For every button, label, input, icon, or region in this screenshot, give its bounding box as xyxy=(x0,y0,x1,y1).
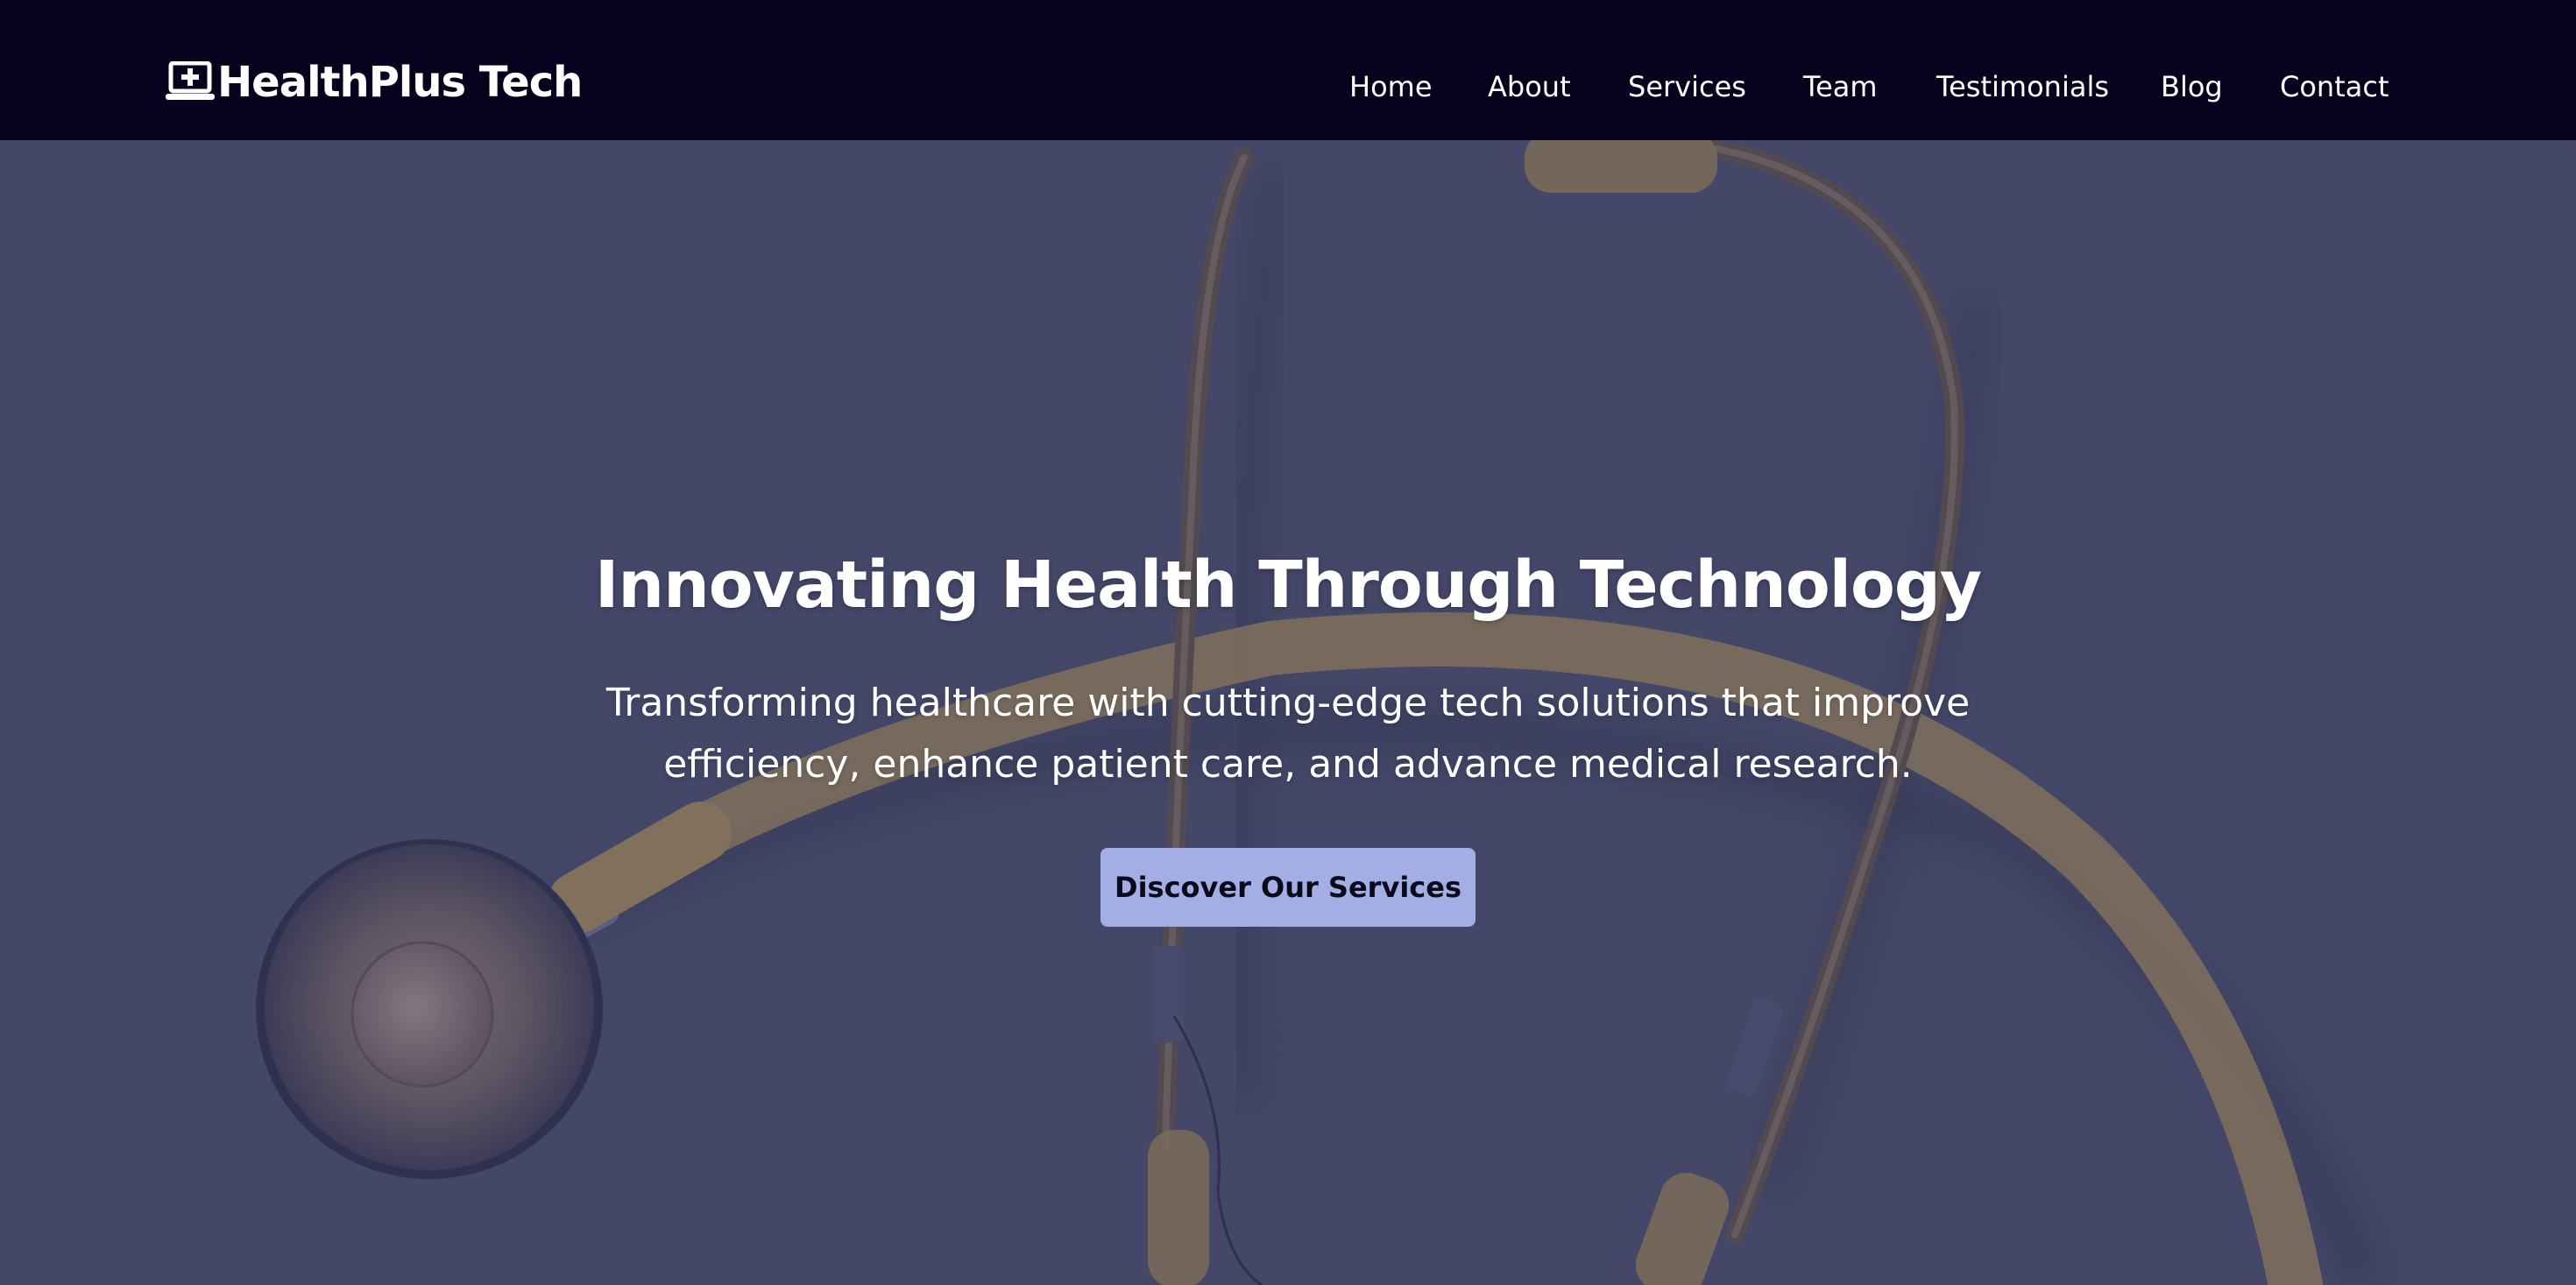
page: HealthPlus Tech Home About Services Team… xyxy=(0,0,2576,1285)
hero-title: Innovating Health Through Technology xyxy=(594,547,1982,623)
nav-testimonials[interactable]: Testimonials xyxy=(1936,67,2109,107)
main-nav: Home About Services Team Testimonials Bl… xyxy=(0,67,2576,107)
hero-subtitle: Transforming healthcare with cutting-edg… xyxy=(605,681,1971,787)
nav-contact[interactable]: Contact xyxy=(2280,67,2389,107)
discover-services-button[interactable]: Discover Our Services xyxy=(1100,848,1476,927)
nav-team[interactable]: Team xyxy=(1803,67,1878,107)
hero-section: Innovating Health Through Technology Tra… xyxy=(0,140,2576,1285)
nav-services[interactable]: Services xyxy=(1628,67,1746,107)
site-header: HealthPlus Tech Home About Services Team… xyxy=(0,0,2576,140)
nav-about[interactable]: About xyxy=(1488,67,1571,107)
nav-blog[interactable]: Blog xyxy=(2161,67,2223,107)
nav-home[interactable]: Home xyxy=(1349,67,1433,107)
